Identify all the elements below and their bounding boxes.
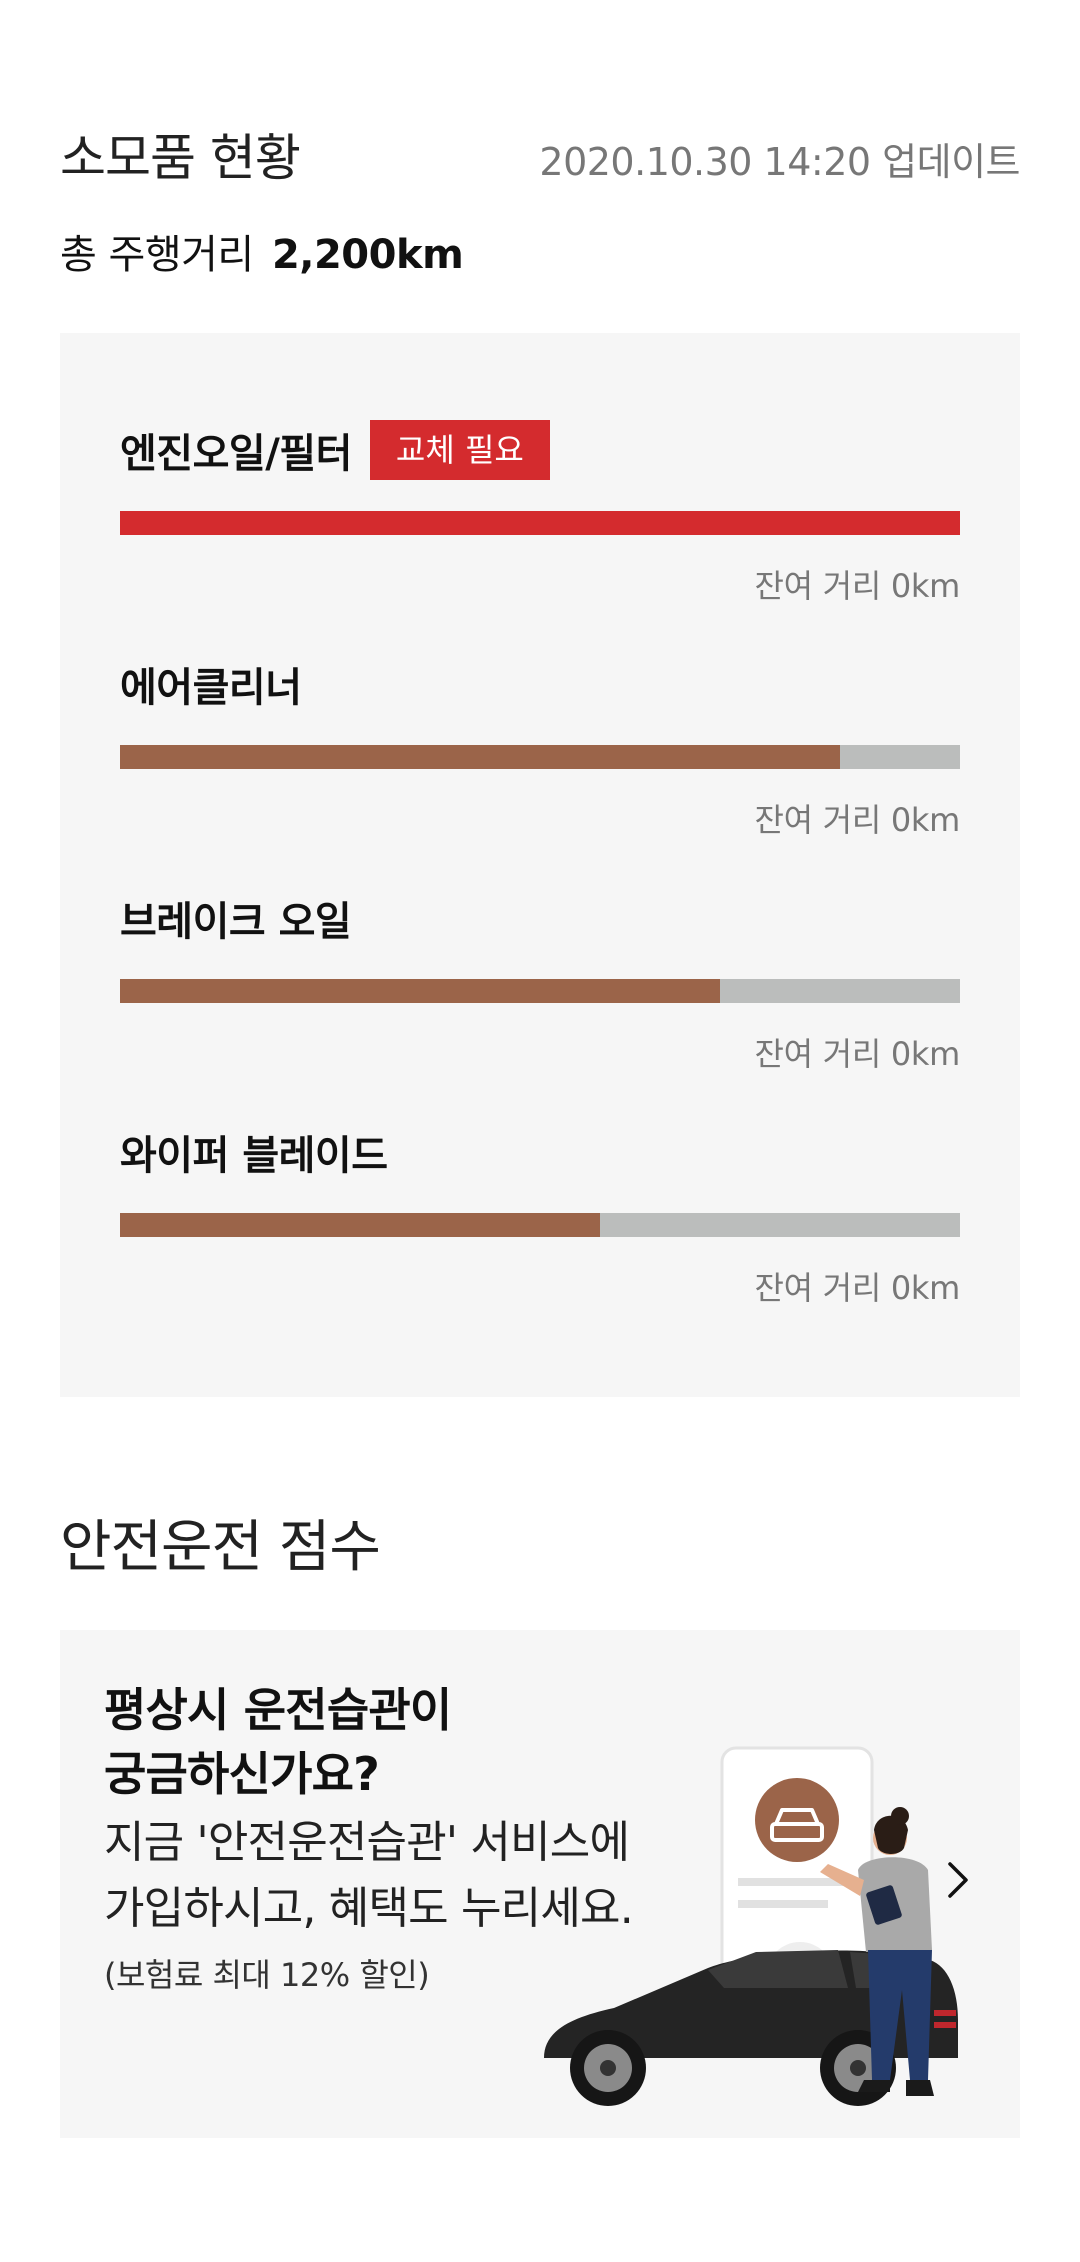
replace-needed-badge: 교체 필요 (369, 420, 550, 480)
safe-driving-promo-card[interactable]: 평상시 운전습관이 궁금하신가요? 지금 '안전운전습관' 서비스에 가입하시고… (60, 1630, 1020, 2138)
consumables-header: 소모품 현황 2020.10.30 14:20 업데이트 (60, 118, 1020, 190)
consumable-item-wiper-blade[interactable]: 와이퍼 블레이드 잔여 거리 0km (120, 1122, 960, 1309)
item-label: 엔진오일/필터 (120, 431, 352, 477)
progress-fill (120, 745, 840, 769)
item-label: 와이퍼 블레이드 (120, 1133, 388, 1179)
chevron-right-icon[interactable] (936, 1858, 980, 1902)
consumable-item-brake-oil[interactable]: 브레이크 오일 잔여 거리 0km (120, 888, 960, 1075)
remaining-distance: 잔여 거리 0km (754, 801, 961, 839)
promo-heading-line1: 평상시 운전습관이 (104, 1683, 452, 1737)
consumable-item-air-cleaner[interactable]: 에어클리너 잔여 거리 0km (120, 654, 960, 841)
car-with-person-illustration (544, 1746, 958, 2106)
progress-fill (120, 511, 960, 535)
item-label: 에어클리너 (120, 665, 302, 711)
total-mileage: 총 주행거리 2,200km (60, 222, 464, 280)
remaining-distance: 잔여 거리 0km (754, 567, 961, 605)
progress-bar (120, 745, 960, 769)
consumables-card[interactable]: 엔진오일/필터 교체 필요 잔여 거리 0km 에어클리너 잔여 거리 0km … (60, 333, 1020, 1397)
item-header: 와이퍼 블레이드 (120, 1122, 960, 1182)
progress-fill (120, 1213, 600, 1237)
progress-fill (120, 979, 720, 1003)
mileage-value: 2,200km (271, 232, 464, 278)
progress-bar (120, 1213, 960, 1237)
page: 소모품 현황 2020.10.30 14:20 업데이트 총 주행거리 2,20… (0, 0, 1080, 2262)
consumable-item-engine-oil[interactable]: 엔진오일/필터 교체 필요 잔여 거리 0km (120, 420, 960, 607)
promo-heading: 평상시 운전습관이 궁금하신가요? (104, 1678, 452, 1806)
mileage-label: 총 주행거리 (60, 232, 254, 278)
remaining-distance: 잔여 거리 0km (754, 1035, 961, 1073)
discount-note: (보험료 최대 12% 할인) (104, 1956, 430, 1994)
progress-bar (120, 511, 960, 535)
updated-timestamp: 2020.10.30 14:20 업데이트 (539, 140, 1020, 184)
promo-heading-line2: 궁금하신가요? (104, 1747, 380, 1801)
item-header: 엔진오일/필터 교체 필요 (120, 420, 960, 480)
item-header: 브레이크 오일 (120, 888, 960, 948)
progress-bar (120, 979, 960, 1003)
item-header: 에어클리너 (120, 654, 960, 714)
consumables-title: 소모품 현황 (60, 129, 301, 187)
safe-driving-title: 안전운전 점수 (60, 1515, 381, 1580)
item-label: 브레이크 오일 (120, 899, 352, 945)
remaining-distance: 잔여 거리 0km (754, 1269, 961, 1307)
